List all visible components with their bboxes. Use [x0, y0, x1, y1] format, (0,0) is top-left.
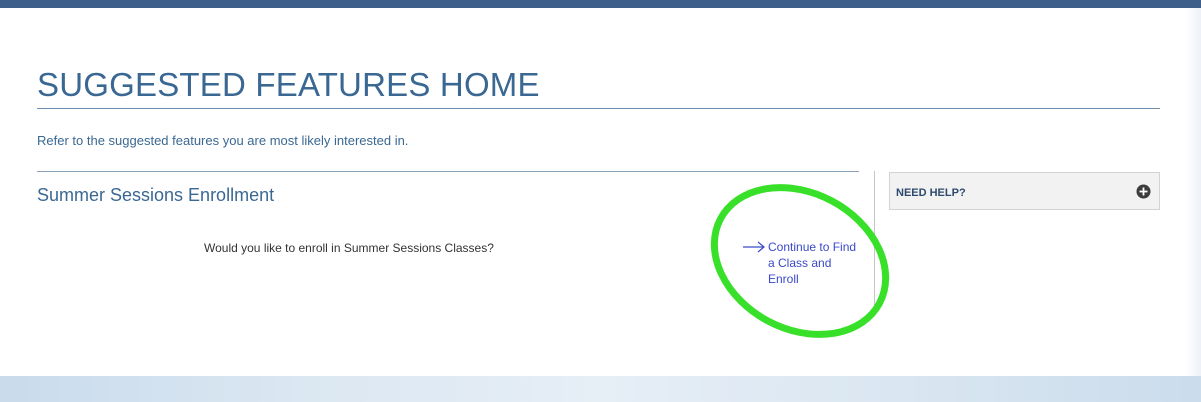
page-background-band	[0, 376, 1201, 402]
continue-enroll-link-label[interactable]: Continue to Find a Class and Enroll	[768, 239, 858, 287]
continue-enroll-link[interactable]: Continue to Find a Class and Enroll	[742, 239, 858, 287]
section-divider	[37, 171, 859, 172]
enroll-question: Would you like to enroll in Summer Sessi…	[204, 241, 494, 255]
title-divider	[37, 108, 1160, 109]
need-help-panel[interactable]: NEED HELP?	[889, 172, 1160, 210]
plus-circle-icon[interactable]	[1136, 184, 1151, 199]
page-subtitle: Refer to the suggested features you are …	[37, 133, 409, 148]
top-bar	[0, 0, 1201, 8]
window-edge	[1185, 8, 1201, 376]
page-title: SUGGESTED FEATURES HOME	[37, 66, 540, 103]
section-title: Summer Sessions Enrollment	[37, 185, 275, 205]
column-divider	[874, 171, 875, 313]
right-arrow-icon	[742, 240, 766, 254]
need-help-label: NEED HELP?	[896, 187, 966, 199]
